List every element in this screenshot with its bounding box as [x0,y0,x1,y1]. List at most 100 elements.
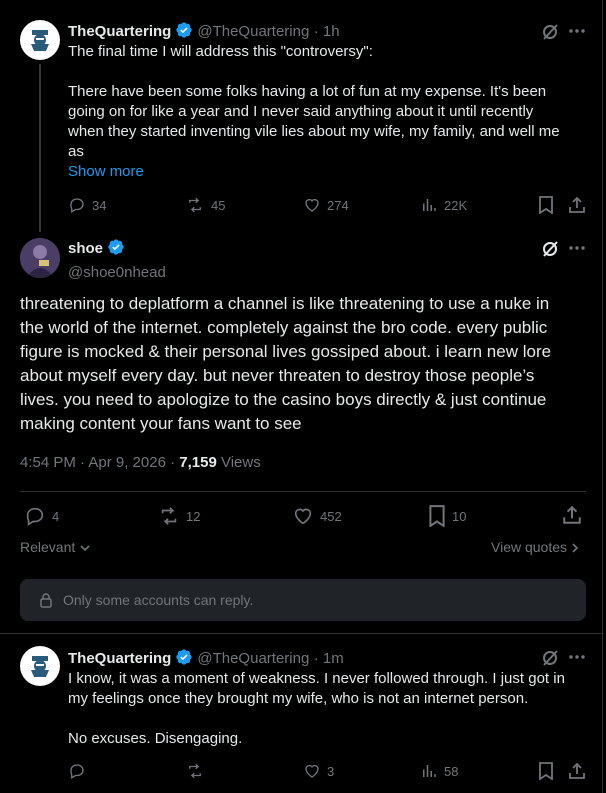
share-icon [563,505,581,524]
avatar-image [31,30,49,51]
more-options-icon[interactable] [568,239,586,262]
author-name[interactable]: TheQuartering [68,23,171,40]
chevron-right-icon [572,543,579,553]
avatar[interactable] [20,238,60,278]
share-icon [569,762,585,779]
repost-count: 45 [211,197,226,213]
heart-icon [305,764,319,778]
bookmark-icon [429,505,445,527]
timeline-column: TheQuartering @TheQuartering · 1h The fin… [0,0,603,793]
author-handle[interactable]: @shoe0nhead [68,264,166,281]
verified-badge-icon [175,21,193,44]
reply-restriction-banner: Only some accounts can reply. [20,579,586,621]
like-count: 3 [327,763,335,779]
reply-button[interactable]: 34 [68,196,106,214]
verified-badge-icon [107,238,125,261]
post-header: TheQuartering @TheQuartering · 1m [68,648,344,671]
view-quotes-link[interactable]: View quotes [491,539,579,555]
post-text: I know, it was a moment of weakness. I n… [68,669,565,749]
views-button[interactable]: 58 [420,762,458,780]
sort-label: Relevant [20,539,76,555]
author-handle[interactable]: @TheQuartering [197,650,309,667]
share-button[interactable] [568,196,586,219]
repost-icon [189,763,201,779]
divider [20,491,586,492]
reply-icon [26,507,44,526]
sort-dropdown[interactable]: Relevant [20,539,91,555]
avatar[interactable] [20,646,60,686]
views-count: 7,159 [179,454,217,471]
like-button[interactable]: 3 [303,762,334,780]
post-time[interactable]: · 1m [314,650,344,667]
views-chart-icon [423,199,436,211]
post-text-line: The final time I will address this "cont… [68,43,373,60]
like-button[interactable]: 452 [292,505,342,527]
more-options-icon[interactable] [568,648,586,671]
show-more-link[interactable]: Show more [68,162,560,182]
post-text: The final time I will address this "cont… [68,42,560,182]
avatar[interactable] [20,20,60,60]
views-count: 58 [444,763,459,779]
divider [0,633,602,634]
bookmark-count: 10 [452,508,467,524]
repost-button[interactable]: 12 [158,505,200,527]
post-text-line: There have been some folks having a lot … [68,83,547,100]
post-text-line: as [68,143,84,160]
repost-icon [161,507,177,525]
views-label: Views [216,454,261,471]
post-text-line: my feelings once they brought my wife, w… [68,690,529,707]
reply-restriction-text: Only some accounts can reply. [63,592,254,608]
grok-icon[interactable] [540,239,560,264]
bookmark-button[interactable] [538,762,554,785]
post-text-line: No excuses. Disengaging. [68,730,243,747]
bookmark-button[interactable] [538,196,554,219]
author-handle[interactable]: @TheQuartering [197,23,309,40]
post-text-line: the world of the internet. completely ag… [20,318,548,337]
post-text-line: threatening to deplatform a channel is l… [20,294,550,313]
views-count: 22K [444,197,468,213]
reply-icon [70,198,84,213]
like-button[interactable]: 274 [303,196,349,214]
reply-button[interactable]: 4 [24,505,59,527]
heart-icon [305,198,319,212]
post-text-line: making content your fans want to see [20,414,302,433]
bookmark-button[interactable]: 10 [428,505,466,527]
post-timestamp[interactable]: 4:54 PM · Apr 9, 2026 · [20,454,179,471]
main-post-text: threatening to deplatform a channel is l… [20,292,551,436]
avatar-image [20,238,60,278]
post-header: TheQuartering @TheQuartering · 1h [68,21,340,44]
reply-count: 4 [52,508,60,524]
repost-button[interactable] [185,762,211,780]
author-name[interactable]: TheQuartering [68,650,171,667]
share-button[interactable] [568,762,586,785]
heart-icon [294,508,312,525]
post-time[interactable]: · 1h [314,23,340,40]
avatar-image [31,656,49,677]
share-button[interactable] [562,505,582,530]
bookmark-icon [539,762,553,781]
share-icon [569,196,585,213]
reply-icon [70,764,84,779]
post-header: shoe @shoe0nhead [68,238,166,281]
author-name[interactable]: shoe [68,240,103,257]
repost-icon [189,197,201,213]
reply-count: 34 [92,197,107,213]
repost-count: 12 [186,508,201,524]
post-text-line: when they started inventing vile lies ab… [68,123,560,140]
view-quotes-label: View quotes [491,539,568,555]
post-text-line: lives. you need to apologize to the casi… [20,390,547,409]
verified-badge-icon [175,648,193,671]
bookmark-icon [539,196,553,215]
thread-line [39,64,41,232]
repost-button[interactable]: 45 [185,196,225,214]
post-text-line: going on for like a year and I never sai… [68,103,534,120]
more-options-icon[interactable] [568,22,586,45]
views-button[interactable]: 22K [420,196,467,214]
views-chart-icon [423,765,436,777]
lock-icon [40,593,52,608]
post-text-line: I know, it was a moment of weakness. I n… [68,670,565,687]
reply-button[interactable] [68,762,92,780]
post-text-line: figure is mocked & their personal lives … [20,342,552,361]
chevron-down-icon [80,545,90,552]
post-text-line: about myself every day. but never threat… [20,366,535,385]
